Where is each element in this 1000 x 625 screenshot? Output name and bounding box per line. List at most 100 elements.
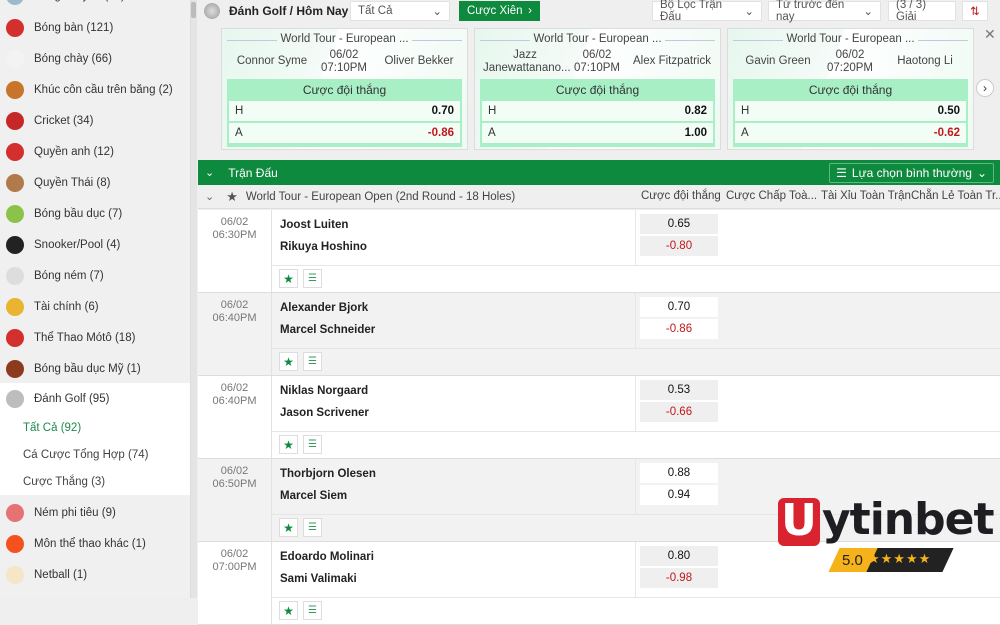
sidebar-scrollbar-thumb[interactable] [191, 2, 196, 18]
card-league: World Tour - European ... [728, 33, 973, 45]
sidebar-item[interactable]: Đánh Golf (95) [0, 383, 190, 414]
favorite-star-icon[interactable]: ★ [279, 269, 298, 288]
odds-home-button[interactable]: 0.53 [640, 380, 718, 400]
motorsport-helmet-icon [6, 328, 24, 347]
sort-order-button[interactable]: ⇅ [962, 1, 988, 21]
odds-home-button[interactable]: 0.80 [640, 546, 718, 566]
sidebar-item[interactable]: Netball (1) [0, 559, 190, 590]
home-player: Thorbjorn Olesen [280, 468, 376, 480]
odds-value: -0.62 [933, 127, 960, 139]
sidebar-item[interactable]: Ném phi tiêu (9) [0, 497, 190, 528]
card-time: 07:20PM [826, 62, 874, 74]
sidebar-item-label: Netball (1) [34, 568, 88, 581]
sidebar-item[interactable]: Quyền Thái (8) [0, 167, 190, 198]
card-odds-away[interactable]: A 1.00 [482, 123, 713, 143]
odds-away-button[interactable]: -0.98 [640, 568, 718, 588]
match-time: 06/02 06:40PM [198, 299, 271, 325]
column-header: Cược Chấp Toà... [726, 190, 818, 202]
sidebar-item[interactable]: Thể Thao Mótô (18) [0, 322, 190, 353]
sidebar-item[interactable]: Tài chính (6) [0, 291, 190, 322]
sidebar-item-label: Cricket (34) [34, 114, 94, 127]
filter-select[interactable]: Tất Cả ⌄ [350, 1, 450, 21]
sidebar-subitem[interactable]: Cá Cược Tổng Hợp (74) [0, 441, 190, 468]
odds-home-button[interactable]: 0.65 [640, 214, 718, 234]
american-football-icon [6, 359, 24, 378]
stats-icon[interactable]: ☰ [303, 352, 322, 371]
match-time: 06/02 07:00PM [198, 548, 271, 574]
match-time: 06/02 06:40PM [198, 382, 271, 408]
featured-match-card[interactable]: World Tour - European ... Connor Syme 06… [221, 28, 468, 150]
odds-home-button[interactable]: 0.70 [640, 297, 718, 317]
card-odds-home[interactable]: H 0.82 [482, 101, 713, 121]
sidebar-item[interactable]: Khúc côn cầu trên băng (2) [0, 74, 190, 105]
odds-value: -0.66 [665, 406, 693, 418]
sort-select[interactable]: Từ trước đến nay ⌄ [768, 0, 881, 23]
league-header[interactable]: ⌄ ★ World Tour - European Open (2nd Roun… [198, 185, 1000, 209]
card-odds-away[interactable]: A -0.62 [735, 123, 966, 143]
sidebar-item[interactable]: Bóng ném (7) [0, 260, 190, 291]
favorite-star-icon[interactable]: ★ [279, 352, 298, 371]
view-mode-select[interactable]: ☰ Lựa chọn bình thường ⌄ [829, 162, 994, 183]
odds-away-button[interactable]: -0.86 [640, 319, 718, 339]
carousel-next-button[interactable]: › [976, 79, 994, 97]
match-date: 06/02 [220, 299, 249, 311]
sidebar-item[interactable]: Cricket (34) [0, 105, 190, 136]
sidebar-item-label: Khúc côn cầu trên băng (2) [34, 83, 173, 96]
sidebar-item[interactable]: Môn thể thao khác (1) [0, 528, 190, 559]
odds-home-button[interactable]: 0.88 [640, 463, 718, 483]
chevron-down-icon[interactable]: ⌄ [205, 190, 214, 203]
stats-icon[interactable]: ☰ [303, 269, 322, 288]
sidebar-subitem[interactable]: Cược Thắng (3) [0, 468, 190, 495]
card-datetime: 06/02 07:10PM [316, 49, 372, 75]
sidebar-item-label: Bóng chuyền (30) [34, 0, 125, 2]
chevron-down-icon[interactable]: ⌄ [205, 166, 214, 179]
favorite-star-icon[interactable]: ★ [279, 518, 298, 537]
odds-away-button[interactable]: -0.66 [640, 402, 718, 422]
featured-match-card[interactable]: World Tour - European ... Jazz Janewatta… [474, 28, 721, 150]
match-date: 06/02 [220, 465, 249, 477]
away-player: Sami Valimaki [280, 573, 357, 585]
sidebar-item[interactable]: Bóng bàn (121) [0, 12, 190, 43]
rugby-icon [6, 204, 24, 223]
sidebar-item-label: Bóng chày (66) [34, 52, 112, 65]
card-odds-home[interactable]: H 0.50 [735, 101, 966, 121]
odds-away-button[interactable]: 0.94 [640, 485, 718, 505]
sidebar-item[interactable]: Bóng chuyền (30) [0, 0, 190, 11]
stats-icon[interactable]: ☰ [303, 435, 322, 454]
card-odds-away[interactable]: A -0.86 [229, 123, 460, 143]
handball-icon [6, 266, 24, 285]
stats-icon[interactable]: ☰ [303, 518, 322, 537]
card-home-player: Jazz Janewattanano... [483, 49, 571, 74]
odds-away-button[interactable]: -0.80 [640, 236, 718, 256]
match-row: 06/02 06:30PM Joost Luiten Rikuya Hoshino… [198, 210, 1000, 293]
favorite-star-icon[interactable]: ★ [279, 435, 298, 454]
sidebar-item[interactable]: Bóng bầu dục (7) [0, 198, 190, 229]
page-title: Đánh Golf / Hôm Nay [229, 4, 349, 18]
star-icon[interactable]: ★ [226, 189, 238, 205]
column-header: Tài Xỉu Toàn Trận [821, 190, 911, 202]
league-count-button[interactable]: (3 / 3) Giải [888, 0, 956, 23]
sort-arrows-icon: ⇅ [970, 6, 980, 18]
stats-icon[interactable]: ☰ [303, 601, 322, 620]
odds-label: A [488, 127, 496, 139]
match-filter-button[interactable]: Bộ Lọc Trận Đấu ⌄ [652, 0, 762, 23]
odds-value: -0.80 [665, 240, 693, 252]
card-market: Cược đội thắng H 0.70 A -0.86 [227, 79, 462, 147]
close-icon[interactable]: ✕ [984, 26, 996, 43]
card-odds-home[interactable]: H 0.70 [229, 101, 460, 121]
sidebar-item[interactable]: Bóng chày (66) [0, 43, 190, 74]
sidebar-item[interactable]: Bóng bầu dục Mỹ (1) [0, 353, 190, 384]
netball-icon [6, 565, 24, 584]
sidebar-subitem[interactable]: Tất Cả (92) [0, 414, 190, 441]
sidebar-item[interactable]: Snooker/Pool (4) [0, 229, 190, 260]
matches-section-header[interactable]: ⌄ Trận Đấu ☰ Lựa chọn bình thường ⌄ [198, 160, 1000, 185]
sidebar-scrollbar[interactable] [190, 0, 197, 598]
away-player: Rikuya Hoshino [280, 241, 367, 253]
parlay-button[interactable]: Cược Xiên › [459, 1, 540, 21]
league-name: World Tour - European Open (2nd Round - … [245, 190, 516, 203]
favorite-star-icon[interactable]: ★ [279, 601, 298, 620]
sidebar-item[interactable]: Quyền anh (12) [0, 136, 190, 167]
sidebar-item-label: Snooker/Pool (4) [34, 238, 121, 251]
match-time: 06/02 06:50PM [198, 465, 271, 491]
featured-match-card[interactable]: World Tour - European ... Gavin Green 06… [727, 28, 974, 150]
